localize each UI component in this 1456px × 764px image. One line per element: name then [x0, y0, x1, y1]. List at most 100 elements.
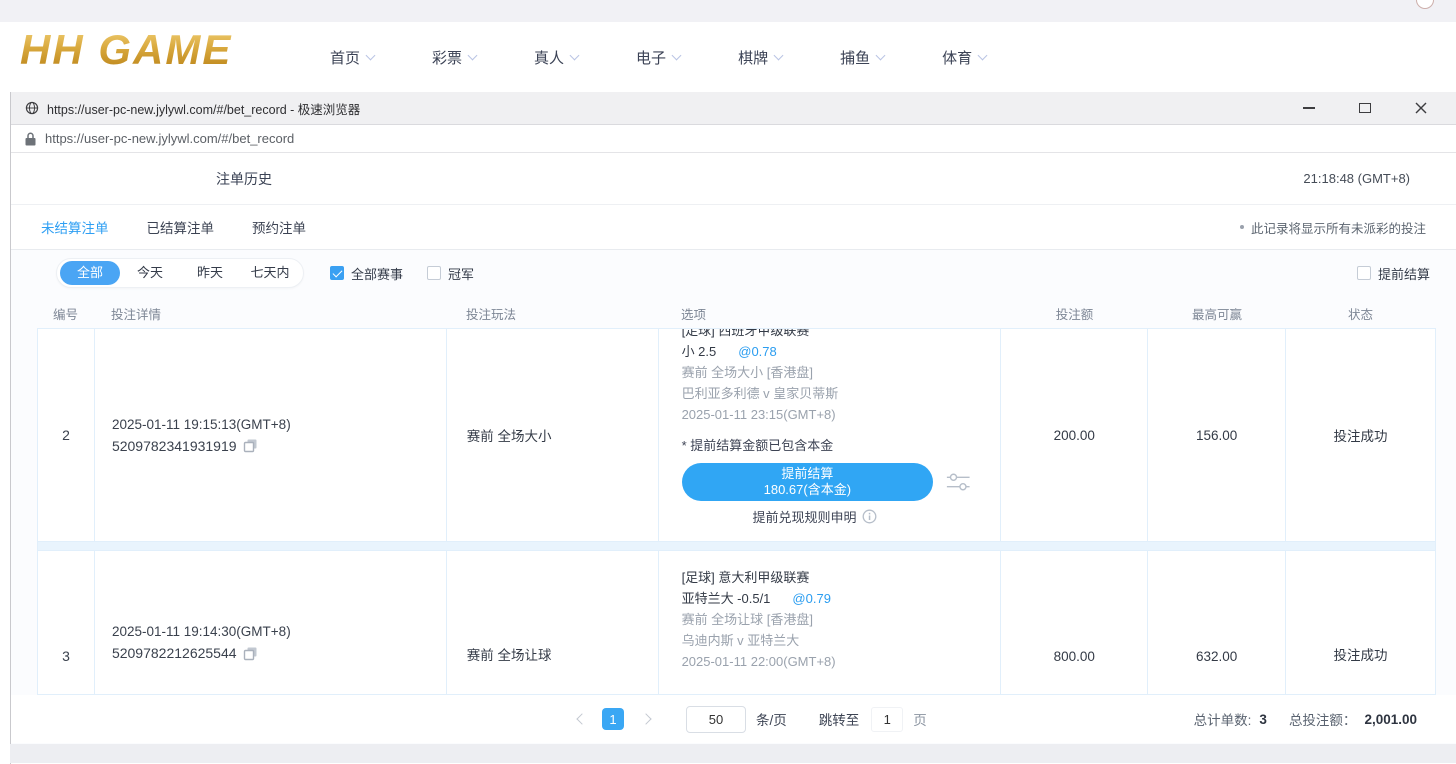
champion-label: 冠军 [448, 264, 474, 283]
next-page-icon[interactable] [640, 713, 651, 724]
sliders-icon[interactable] [945, 471, 971, 493]
nav-item-fishing[interactable]: 捕鱼 [840, 47, 884, 68]
nav-label: 电子 [636, 47, 666, 68]
nav-label: 彩票 [432, 47, 462, 68]
filter-today[interactable]: 今天 [120, 261, 180, 285]
bet-table: 编号 投注详情 投注玩法 选项 投注额 最高可赢 状态 2 2025-01-11… [37, 298, 1436, 695]
row-id: 2 [38, 329, 95, 541]
close-button[interactable] [1414, 101, 1428, 115]
bet-number: 5209782341931919 [112, 435, 237, 457]
champion-checkbox[interactable]: 冠军 [427, 264, 474, 283]
col-id: 编号 [37, 304, 94, 323]
col-option: 选项 [658, 304, 1001, 323]
row-id: 3 [38, 551, 95, 694]
prev-page-icon[interactable] [576, 713, 587, 724]
early-settle-label: 提前结算 [1378, 264, 1430, 283]
cashout-block: * 提前结算金额已包含本金 提前结算 180.67(含本金) [682, 437, 972, 526]
nav-item-sports[interactable]: 体育 [942, 47, 986, 68]
checkbox-icon [1357, 266, 1371, 280]
maximize-button[interactable] [1358, 101, 1372, 115]
all-events-checkbox[interactable]: 全部赛事 [330, 264, 403, 283]
filter-yesterday[interactable]: 昨天 [180, 261, 240, 285]
table-row: 3 2025-01-11 19:14:30(GMT+8) 52097822126… [37, 550, 1436, 695]
tab-bar: 未结算注单 已结算注单 预约注单 此记录将显示所有未派彩的投注 [11, 205, 1456, 250]
filter-row: 全部 今天 昨天 七天内 全部赛事 冠军 提前 [56, 258, 1430, 288]
status-badge: 投注成功 [1286, 329, 1435, 541]
url-text: https://user-pc-new.jylywl.com/#/bet_rec… [45, 131, 294, 146]
chevron-down-icon [876, 50, 886, 60]
jump-label: 跳转至 [819, 709, 860, 729]
row-separator [37, 542, 1436, 550]
cashout-button-amount: 180.67(含本金) [764, 482, 851, 497]
totals: 总计单数: 3 总投注额： 2,001.00 [1194, 709, 1417, 729]
option-odds: @0.79 [792, 591, 831, 606]
browser-url-bar[interactable]: https://user-pc-new.jylywl.com/#/bet_rec… [11, 125, 1456, 153]
lock-icon [25, 132, 36, 146]
nav-item-slots[interactable]: 电子 [636, 47, 680, 68]
nav-item-cards[interactable]: 棋牌 [738, 47, 782, 68]
filter-seven-days[interactable]: 七天内 [240, 261, 300, 285]
option-match-time: 2025-01-11 23:15(GMT+8) [682, 404, 1001, 425]
per-page-label: 条/页 [756, 709, 787, 729]
tab-settled[interactable]: 已结算注单 [147, 217, 215, 237]
early-settle-checkbox[interactable]: 提前结算 [1357, 264, 1430, 283]
bet-amount: 200.00 [1001, 329, 1148, 541]
total-count: 3 [1259, 712, 1267, 727]
option-market: 赛前 全场大小 [香港盘] [682, 362, 1001, 383]
col-status: 状态 [1286, 304, 1435, 323]
page-content: 注单历史 21:18:48 (GMT+8) 未结算注单 已结算注单 预约注单 此… [11, 153, 1456, 763]
date-range-segment: 全部 今天 昨天 七天内 [56, 258, 304, 288]
tab-reserved[interactable]: 预约注单 [252, 217, 306, 237]
logo[interactable]: HH GAME [20, 26, 232, 74]
browser-title-bar[interactable]: https://user-pc-new.jylywl.com/#/bet_rec… [11, 92, 1456, 125]
table-row: 2 2025-01-11 19:15:13(GMT+8) 52097823419… [37, 328, 1436, 542]
chevron-down-icon [672, 50, 682, 60]
play-type: 赛前 全场让球 [447, 551, 659, 694]
nav-label: 体育 [942, 47, 972, 68]
bet-time: 2025-01-11 19:14:30(GMT+8) [112, 621, 446, 642]
current-time: 21:18:48 (GMT+8) [1303, 171, 1410, 186]
col-detail: 投注详情 [94, 304, 446, 323]
nav-label: 棋牌 [738, 47, 768, 68]
notice-text: 此记录将显示所有未派彩的投注 [1251, 218, 1426, 237]
col-amount: 投注额 [1001, 304, 1148, 323]
nav-item-home[interactable]: 首页 [330, 47, 374, 68]
option-league: [足球] 意大利甲级联赛 [682, 567, 1001, 588]
filter-all[interactable]: 全部 [60, 261, 120, 285]
total-amount-label: 总投注额： [1289, 709, 1357, 729]
cashout-rule-text: 提前兑现规则申明 [753, 507, 857, 526]
page-size-input[interactable] [686, 706, 746, 733]
play-type: 赛前 全场大小 [447, 329, 659, 541]
option-match: 乌迪内斯 v 亚特兰大 [682, 630, 1001, 651]
window-controls [1302, 101, 1442, 115]
chevron-down-icon [468, 50, 478, 60]
option-match: 巴利亚多利德 v 皇家贝蒂斯 [682, 383, 1001, 404]
bottom-strip [10, 744, 1456, 763]
status-badge: 投注成功 [1286, 551, 1435, 694]
option-match-time: 2025-01-11 22:00(GMT+8) [682, 651, 1001, 672]
cashout-rule-link[interactable]: 提前兑现规则申明 [682, 507, 948, 526]
page-header: 注单历史 21:18:48 (GMT+8) [11, 153, 1456, 205]
main-nav: 首页 彩票 真人 电子 棋牌 捕鱼 体育 [330, 22, 986, 92]
minimize-button[interactable] [1302, 101, 1316, 115]
chevron-down-icon [570, 50, 580, 60]
top-strip [0, 0, 1456, 22]
tab-unsettled[interactable]: 未结算注单 [41, 217, 109, 237]
nav-item-lottery[interactable]: 彩票 [432, 47, 476, 68]
current-page-button[interactable]: 1 [602, 708, 624, 730]
option-cell: [足球] 意大利甲级联赛 亚特兰大 -0.5/1@0.79 赛前 全场让球 [香… [659, 551, 1002, 694]
cashout-button[interactable]: 提前结算 180.67(含本金) [682, 463, 934, 501]
copy-icon[interactable] [243, 438, 258, 453]
cashout-button-title: 提前结算 [781, 466, 833, 481]
info-icon[interactable] [862, 509, 877, 524]
chevron-down-icon [978, 50, 988, 60]
notice: 此记录将显示所有未派彩的投注 [1240, 218, 1426, 237]
bullet-icon [1240, 225, 1244, 229]
cashout-note: * 提前结算金额已包含本金 [682, 437, 972, 455]
window-title: https://user-pc-new.jylywl.com/#/bet_rec… [47, 99, 1302, 118]
nav-item-live[interactable]: 真人 [534, 47, 578, 68]
jump-page-input[interactable] [871, 707, 903, 732]
copy-icon[interactable] [243, 646, 258, 661]
nav-label: 首页 [330, 47, 360, 68]
checkbox-icon [427, 266, 441, 280]
